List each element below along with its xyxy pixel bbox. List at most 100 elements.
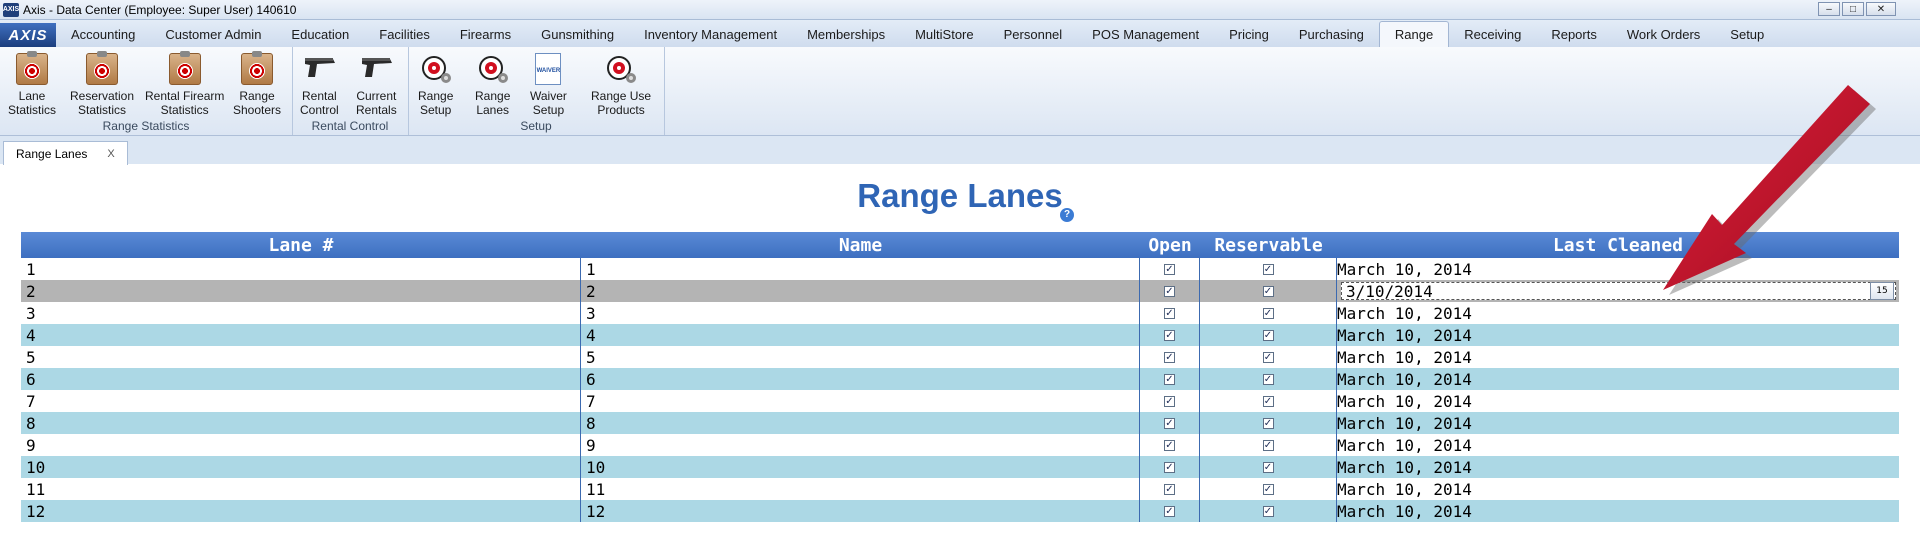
menu-tab-customer-admin[interactable]: Customer Admin [150,22,276,47]
lane-name-cell[interactable]: 12 [581,500,1140,522]
lane-number-cell[interactable]: 9 [21,434,581,456]
table-row[interactable]: 1 1 ✓ ✓ March 10, 2014 [21,258,1899,280]
lane-number-cell[interactable]: 12 [21,500,581,522]
last-cleaned-cell[interactable]: March 10, 2014 [1337,478,1899,500]
ribbon-button-lane-statistics[interactable]: Lane Statistics [8,51,56,117]
lane-name-cell[interactable]: 4 [581,324,1140,346]
menu-tab-gunsmithing[interactable]: Gunsmithing [526,22,629,47]
open-checkbox[interactable]: ✓ [1164,439,1175,451]
menu-tab-pos-management[interactable]: POS Management [1077,22,1214,47]
last-cleaned-cell[interactable]: March 10, 2014 [1337,324,1899,346]
reservable-checkbox[interactable]: ✓ [1262,417,1274,429]
menu-tab-firearms[interactable]: Firearms [445,22,526,47]
lane-number-cell[interactable]: 6 [21,368,581,390]
menu-tab-range[interactable]: Range [1378,21,1450,47]
reservable-checkbox[interactable]: ✓ [1262,351,1274,363]
lane-number-cell[interactable]: 11 [21,478,581,500]
lane-name-cell[interactable]: 7 [581,390,1140,412]
reservable-checkbox[interactable]: ✓ [1262,263,1274,275]
table-row[interactable]: 5 5 ✓ ✓ March 10, 2014 [21,346,1899,368]
lane-number-cell[interactable]: 10 [21,456,581,478]
last-cleaned-cell[interactable]: March 10, 2014 [1337,258,1899,280]
lane-number-cell[interactable]: 1 [21,258,581,280]
menu-tab-pricing[interactable]: Pricing [1214,22,1284,47]
table-row[interactable]: 11 11 ✓ ✓ March 10, 2014 [21,478,1899,500]
column-header-name[interactable]: Name [581,232,1140,258]
calendar-icon[interactable]: 15 [1870,282,1894,300]
lane-name-cell[interactable]: 3 [581,302,1140,324]
ribbon-button-rental-firearm-statistics[interactable]: Rental Firearm Statistics [145,51,224,117]
last-cleaned-date-input[interactable]: 3/10/2014 15 [1341,282,1896,301]
minimize-icon[interactable]: – [1818,2,1840,16]
last-cleaned-cell[interactable]: 3/10/2014 15 [1337,280,1899,302]
table-row[interactable]: 3 3 ✓ ✓ March 10, 2014 [21,302,1899,324]
menu-tab-multistore[interactable]: MultiStore [900,22,989,47]
menu-tab-accounting[interactable]: Accounting [56,22,150,47]
lane-number-cell[interactable]: 4 [21,324,581,346]
ribbon-button-rental-control[interactable]: Rental Control [300,53,339,117]
open-checkbox[interactable]: ✓ [1164,505,1175,517]
table-row[interactable]: 8 8 ✓ ✓ March 10, 2014 [21,412,1899,434]
ribbon-button-current-rentals[interactable]: Current Rentals [356,53,397,117]
open-checkbox[interactable]: ✓ [1164,483,1175,495]
table-row[interactable]: 9 9 ✓ ✓ March 10, 2014 [21,434,1899,456]
reservable-checkbox[interactable]: ✓ [1262,439,1274,451]
table-row[interactable]: 7 7 ✓ ✓ March 10, 2014 [21,390,1899,412]
reservable-checkbox[interactable]: ✓ [1262,505,1274,517]
open-checkbox[interactable]: ✓ [1164,351,1175,363]
open-checkbox[interactable]: ✓ [1164,307,1175,319]
column-header-reservable[interactable]: Reservable [1200,232,1337,258]
open-checkbox[interactable]: ✓ [1164,395,1175,407]
lane-number-cell[interactable]: 5 [21,346,581,368]
menu-tab-memberships[interactable]: Memberships [792,22,900,47]
lane-name-cell[interactable]: 6 [581,368,1140,390]
last-cleaned-cell[interactable]: March 10, 2014 [1337,434,1899,456]
open-checkbox[interactable]: ✓ [1164,461,1175,473]
ribbon-button-reservation-statistics[interactable]: Reservation Statistics [70,51,134,117]
lane-name-cell[interactable]: 1 [581,258,1140,280]
open-checkbox[interactable]: ✓ [1164,263,1175,275]
reservable-checkbox[interactable]: ✓ [1262,483,1274,495]
menu-tab-reports[interactable]: Reports [1536,22,1612,47]
lane-name-cell[interactable]: 2 [581,280,1140,302]
last-cleaned-cell[interactable]: March 10, 2014 [1337,412,1899,434]
table-row[interactable]: 12 12 ✓ ✓ March 10, 2014 [21,500,1899,522]
lane-name-cell[interactable]: 11 [581,478,1140,500]
lane-number-cell[interactable]: 3 [21,302,581,324]
lane-name-cell[interactable]: 9 [581,434,1140,456]
reservable-checkbox[interactable]: ✓ [1262,461,1274,473]
table-row[interactable]: 2 2 ✓ ✓ 3/10/2014 15 [21,280,1899,302]
menu-tab-receiving[interactable]: Receiving [1449,22,1536,47]
menu-tab-facilities[interactable]: Facilities [364,22,445,47]
ribbon-button-range-lanes[interactable]: Range Lanes [475,53,510,117]
lane-name-cell[interactable]: 5 [581,346,1140,368]
axis-logo[interactable]: AXIS [0,23,56,47]
lane-name-cell[interactable]: 8 [581,412,1140,434]
menu-tab-inventory-management[interactable]: Inventory Management [629,22,792,47]
reservable-checkbox[interactable]: ✓ [1262,285,1274,297]
table-row[interactable]: 4 4 ✓ ✓ March 10, 2014 [21,324,1899,346]
lane-number-cell[interactable]: 7 [21,390,581,412]
last-cleaned-cell[interactable]: March 10, 2014 [1337,346,1899,368]
menu-tab-purchasing[interactable]: Purchasing [1284,22,1379,47]
column-header-lane[interactable]: Lane # [21,232,581,258]
lane-number-cell[interactable]: 8 [21,412,581,434]
reservable-checkbox[interactable]: ✓ [1262,395,1274,407]
reservable-checkbox[interactable]: ✓ [1262,373,1274,385]
column-header-last-cleaned[interactable]: Last Cleaned [1337,232,1899,258]
table-row[interactable]: 6 6 ✓ ✓ March 10, 2014 [21,368,1899,390]
last-cleaned-cell[interactable]: March 10, 2014 [1337,302,1899,324]
open-checkbox[interactable]: ✓ [1164,373,1175,385]
menu-tab-work-orders[interactable]: Work Orders [1612,22,1715,47]
reservable-checkbox[interactable]: ✓ [1262,307,1274,319]
reservable-checkbox[interactable]: ✓ [1262,329,1274,341]
last-cleaned-cell[interactable]: March 10, 2014 [1337,500,1899,522]
ribbon-button-range-use-products[interactable]: Range Use Products [591,53,651,117]
table-row[interactable]: 10 10 ✓ ✓ March 10, 2014 [21,456,1899,478]
ribbon-button-waiver-setup[interactable]: WAIVER Waiver Setup [530,53,567,117]
open-checkbox[interactable]: ✓ [1164,329,1175,341]
ribbon-button-range-shooters[interactable]: Range Shooters [233,51,281,117]
column-header-open[interactable]: Open [1140,232,1200,258]
menu-tab-education[interactable]: Education [276,22,364,47]
last-cleaned-cell[interactable]: March 10, 2014 [1337,390,1899,412]
